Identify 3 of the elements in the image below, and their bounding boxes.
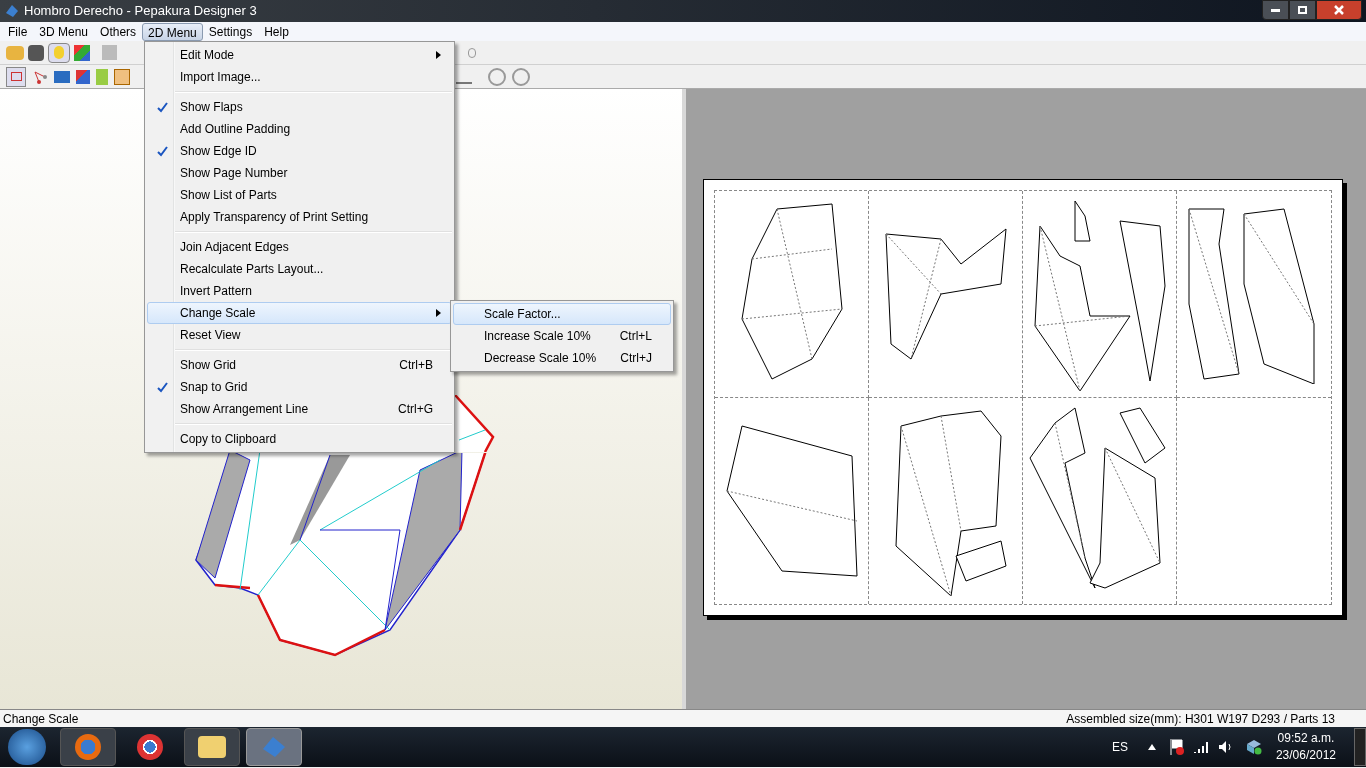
window-title: Hombro Derecho - Pepakura Designer 3 bbox=[24, 2, 257, 21]
model-size-text: Assembled size(mm): H301 W197 D293 / Parts 13 bbox=[1066, 710, 1335, 728]
status-text: Change Scale bbox=[3, 710, 79, 728]
